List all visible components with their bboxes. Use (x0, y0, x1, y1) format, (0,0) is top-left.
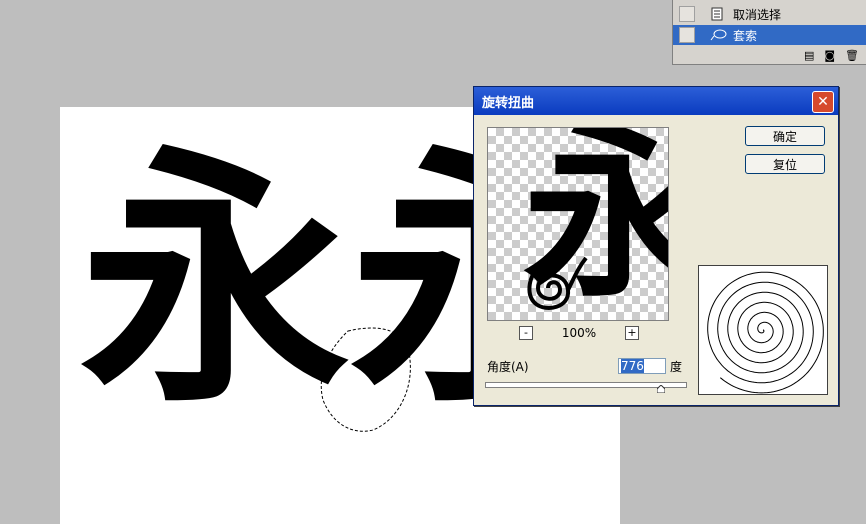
history-panel: 取消选择 套索 ▤ ◙ 🗑 (672, 0, 866, 65)
zoom-controls: - 100% + (519, 325, 639, 341)
history-toolbar: ▤ ◙ 🗑 (673, 46, 866, 64)
history-item-label: 取消选择 (733, 7, 782, 22)
history-step-icon (709, 6, 727, 22)
snapshot-icon[interactable]: ◙ (824, 49, 835, 62)
glyph-left: 永 (80, 124, 350, 439)
filter-preview[interactable]: 永 (487, 127, 669, 321)
twirl-spiral-preview (698, 265, 828, 395)
angle-input[interactable]: 776 (618, 358, 666, 374)
close-button[interactable]: ✕ (812, 91, 834, 113)
ok-button[interactable]: 确定 (745, 126, 825, 146)
angle-value: 776 (621, 359, 644, 373)
dialog-title: 旋转扭曲 (482, 96, 535, 111)
lasso-icon (709, 27, 727, 43)
angle-label: 角度(A) (487, 360, 529, 374)
close-icon: ✕ (817, 94, 829, 110)
zoom-level: 100% (561, 326, 597, 340)
new-document-icon[interactable]: ▤ (804, 49, 814, 62)
angle-slider-thumb[interactable] (657, 385, 665, 393)
preview-swirl (527, 256, 588, 310)
history-snapshot-checkbox[interactable] (679, 6, 695, 22)
angle-unit: 度 (670, 360, 683, 374)
history-item-deselect[interactable]: 取消选择 (673, 4, 866, 24)
zoom-in-button[interactable]: + (625, 326, 639, 340)
lasso-selection[interactable] (318, 325, 418, 435)
history-item-lasso[interactable]: 套索 (673, 25, 866, 45)
twirl-dialog: 旋转扭曲 ✕ 永 - 100% + 确定 复位 角度(A) 776 度 (473, 86, 839, 406)
zoom-out-button[interactable]: - (519, 326, 533, 340)
spiral-icon (707, 271, 824, 394)
history-item-label: 套索 (733, 28, 758, 43)
history-snapshot-checkbox[interactable] (679, 27, 695, 43)
reset-button[interactable]: 复位 (745, 154, 825, 174)
trash-icon[interactable]: 🗑 (845, 49, 859, 62)
dialog-titlebar[interactable]: 旋转扭曲 ✕ (474, 87, 838, 115)
